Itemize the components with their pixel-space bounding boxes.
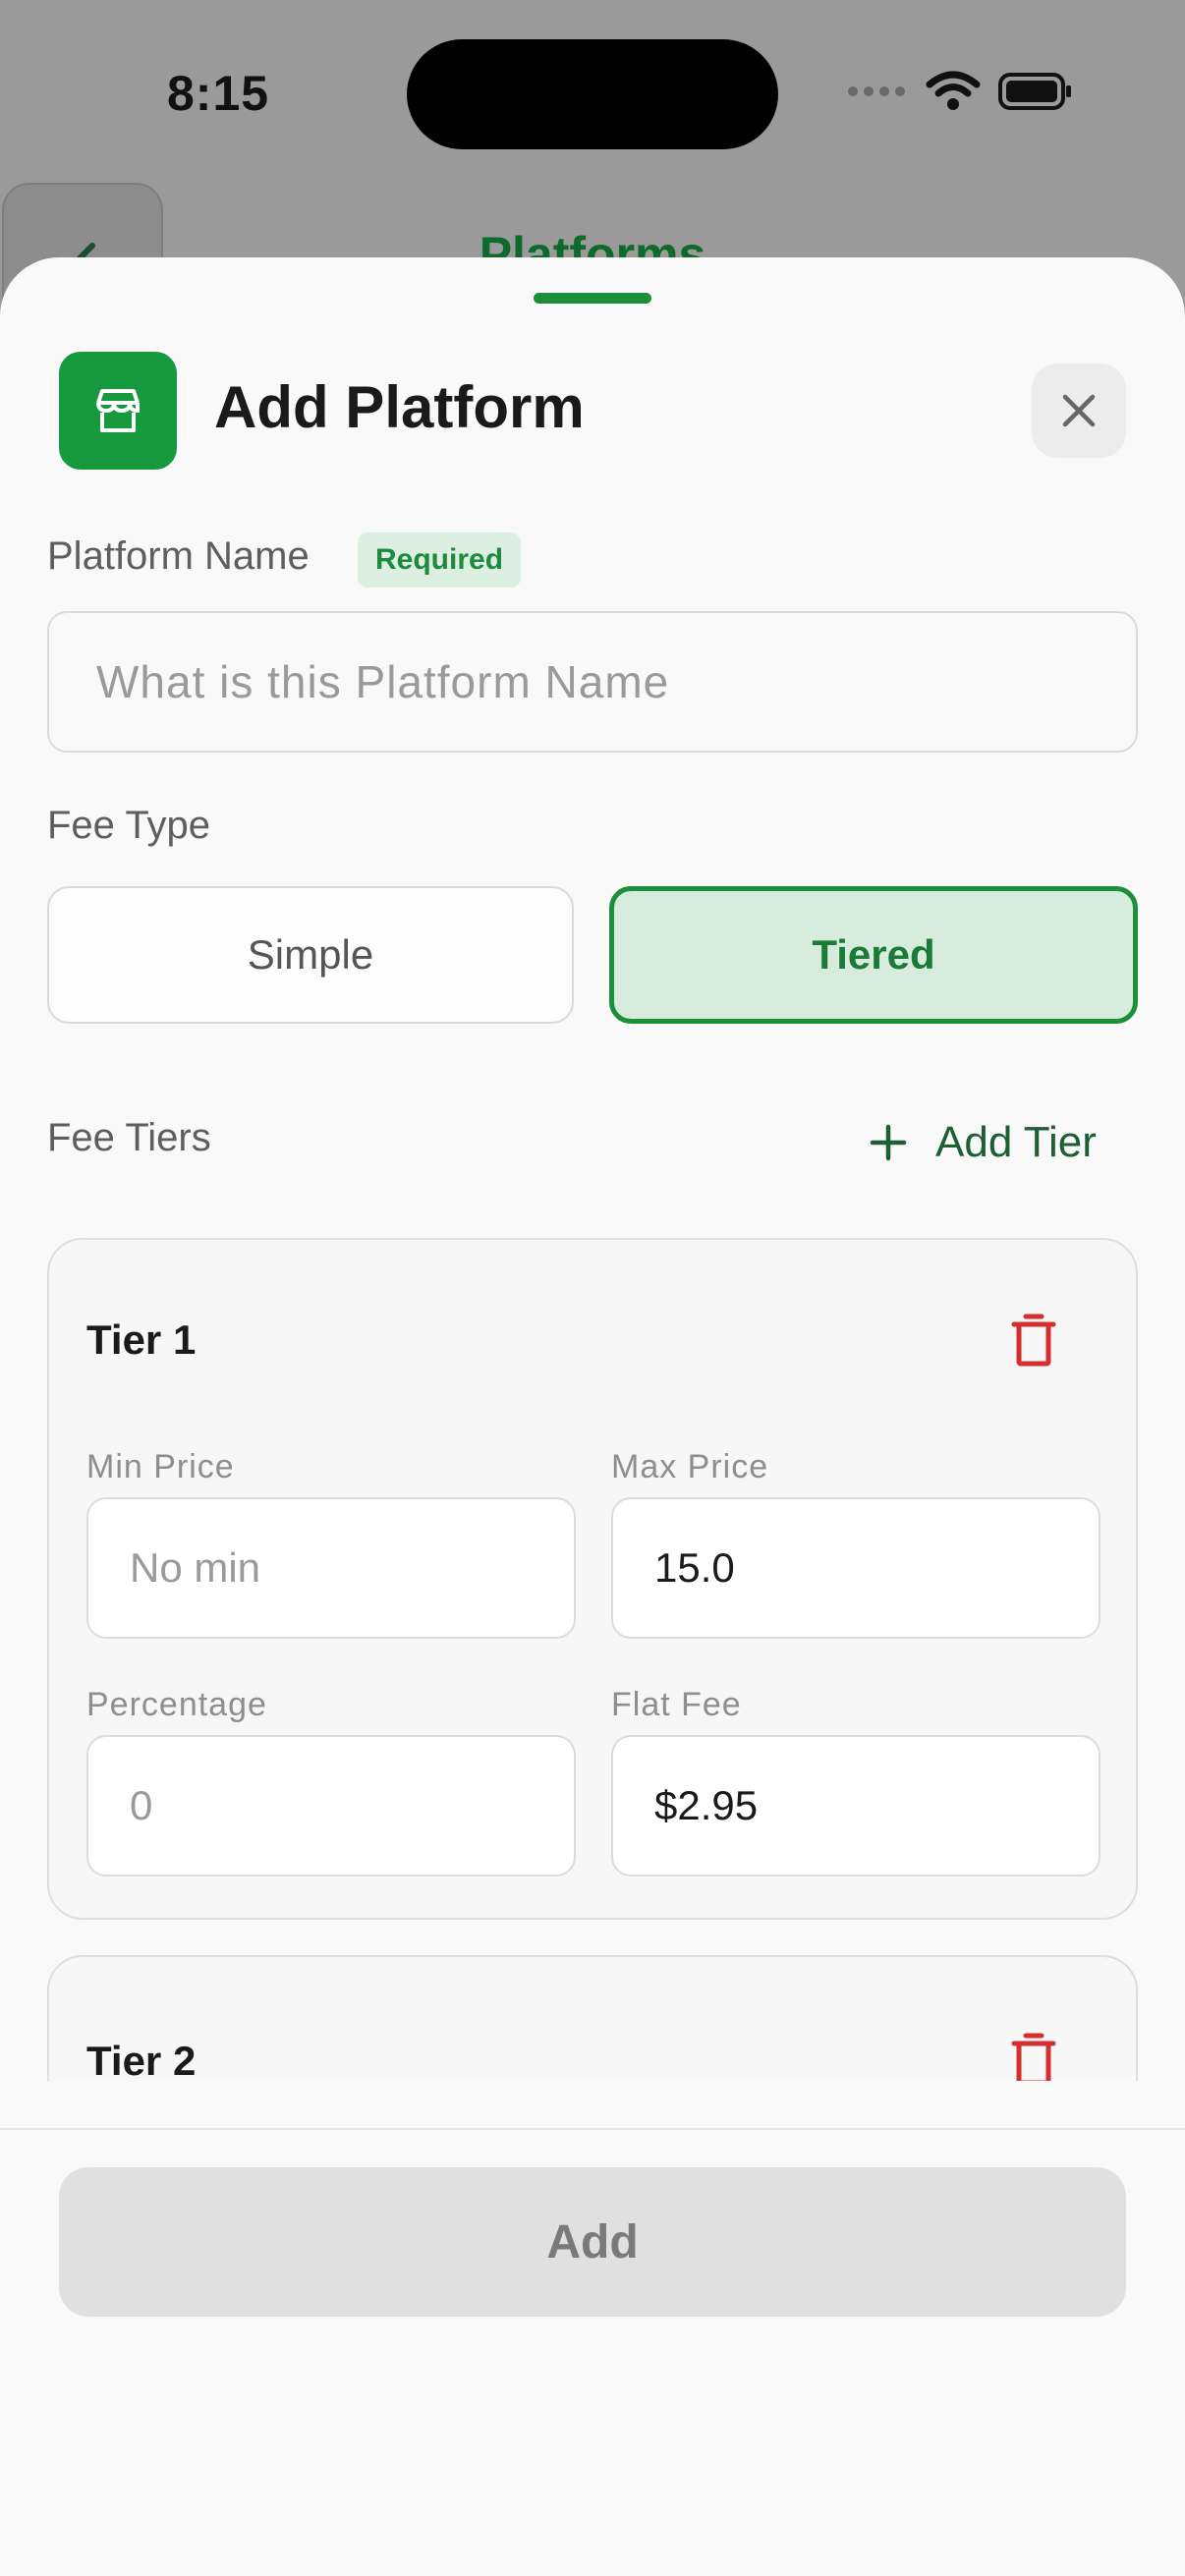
add-tier-label: Add Tier [935, 1118, 1097, 1166]
percentage-label: Percentage [86, 1686, 267, 1723]
fee-type-label: Fee Type [47, 804, 211, 847]
delete-tier-button[interactable] [1010, 1313, 1057, 1372]
status-time: 8:15 [167, 66, 270, 121]
screen: 8:15 Platforms Add Platform Platform Nam… [0, 0, 1185, 2576]
flat-fee-input[interactable] [611, 1735, 1100, 1876]
trash-icon [1011, 1314, 1056, 1367]
tier-card: Tier 1 Min Price Max Price Percentage Fl… [47, 1238, 1138, 1920]
flat-fee-label: Flat Fee [611, 1686, 742, 1723]
tier-title: Tier 2 [86, 2038, 197, 2084]
fee-type-simple-option[interactable]: Simple [47, 886, 574, 1024]
footer-divider [0, 2128, 1185, 2130]
dynamic-island [407, 39, 778, 149]
wifi-icon [926, 71, 981, 117]
sheet-grabber[interactable] [534, 293, 651, 304]
trash-icon [1011, 2033, 1056, 2086]
close-button[interactable] [1032, 364, 1126, 458]
min-price-label: Min Price [86, 1448, 235, 1485]
sheet-title: Add Platform [214, 374, 585, 440]
storefront-icon [96, 389, 141, 432]
tier-title: Tier 1 [86, 1316, 197, 1363]
battery-icon [998, 72, 1073, 116]
min-price-input[interactable] [86, 1497, 576, 1639]
add-button[interactable]: Add [59, 2167, 1126, 2317]
platform-icon-tile [59, 352, 177, 470]
footer-area [0, 2081, 1185, 2576]
add-platform-sheet: Add Platform Platform Name Required Fee … [0, 257, 1185, 2576]
plus-icon [870, 1124, 907, 1161]
max-price-label: Max Price [611, 1448, 769, 1485]
cellular-icon [847, 82, 908, 106]
required-badge: Required [358, 532, 522, 588]
add-tier-button[interactable]: Add Tier [869, 1118, 1097, 1167]
percentage-input[interactable] [86, 1735, 576, 1876]
status-icons [847, 71, 1073, 117]
close-icon [1062, 394, 1096, 427]
platform-name-label: Platform Name [47, 534, 310, 578]
max-price-input[interactable] [611, 1497, 1100, 1639]
platform-name-input[interactable] [47, 611, 1138, 753]
fee-tiers-label: Fee Tiers [47, 1116, 211, 1159]
fee-type-tiered-option[interactable]: Tiered [609, 886, 1138, 1024]
